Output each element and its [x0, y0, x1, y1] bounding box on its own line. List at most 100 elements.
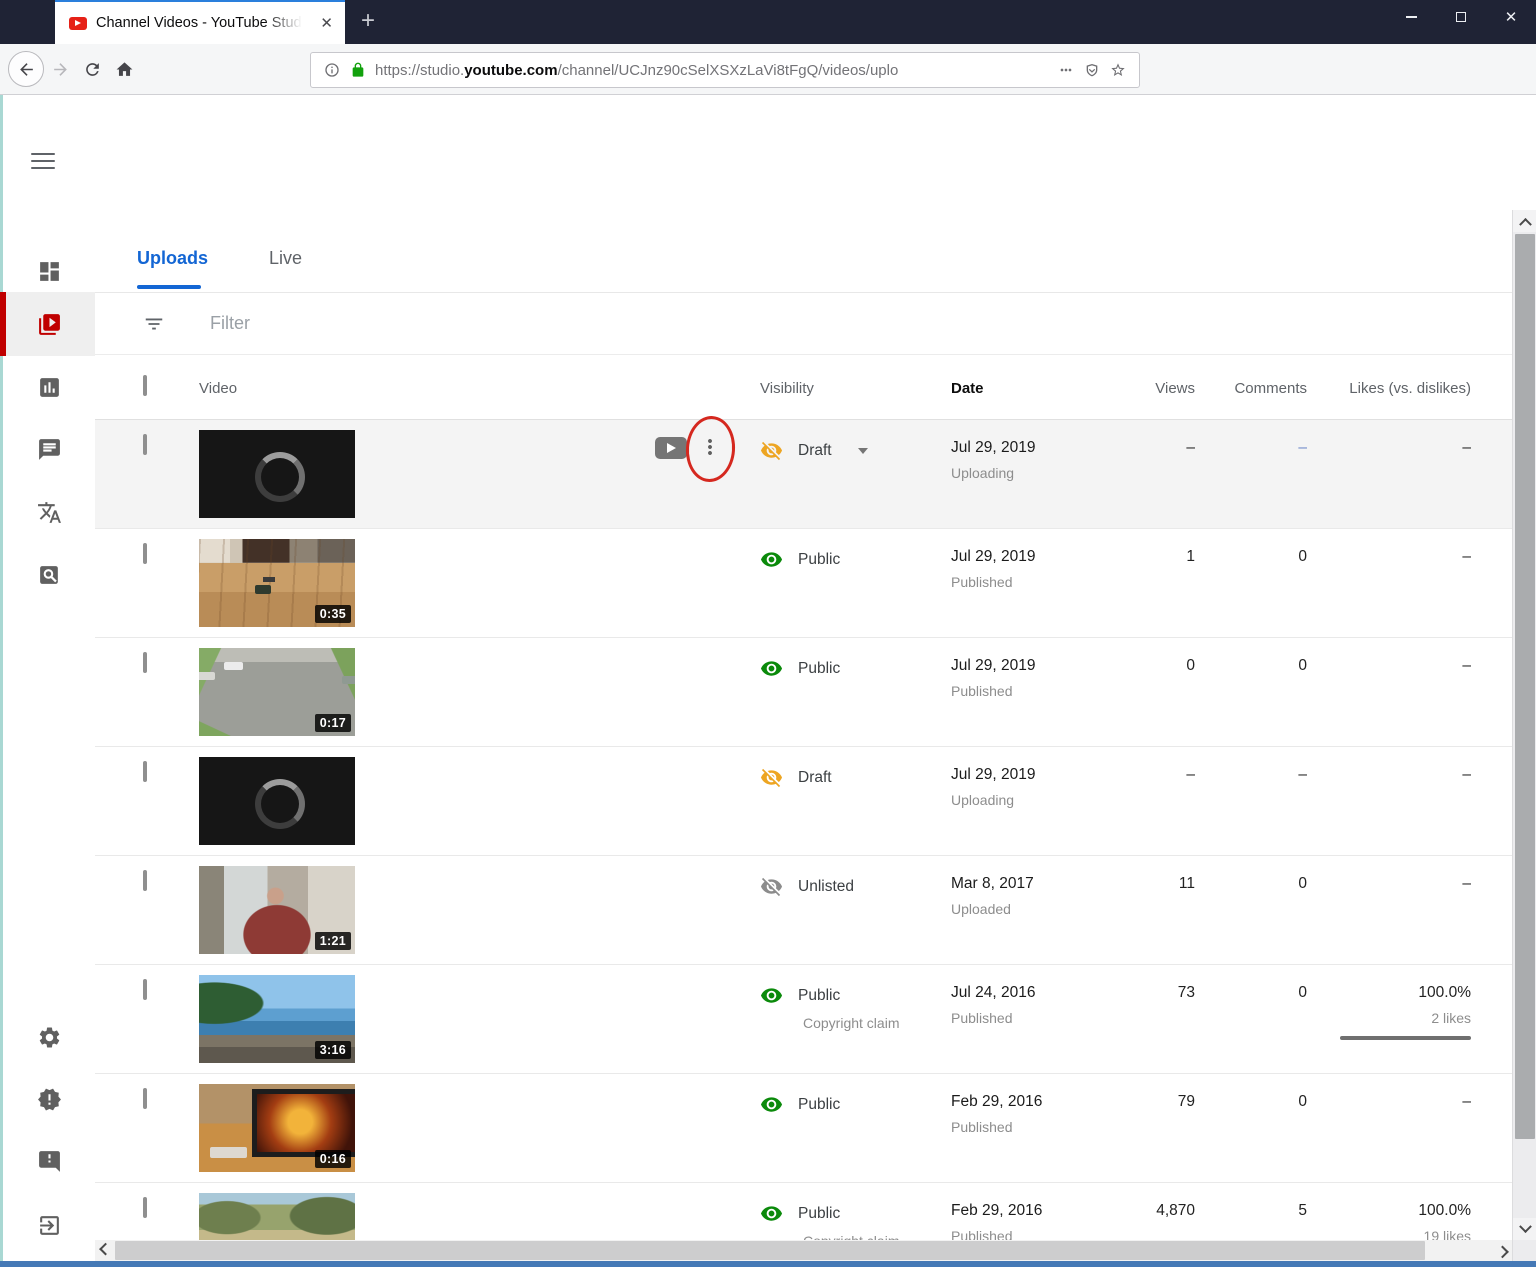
visibility-public-icon — [760, 1097, 783, 1112]
dashboard-icon — [39, 261, 59, 281]
video-thumbnail[interactable] — [199, 1193, 355, 1240]
video-thumbnail[interactable]: 0:35 — [199, 539, 355, 627]
sidebar-item-copyright[interactable] — [3, 543, 95, 607]
video-date: Feb 29, 2016 — [951, 1093, 1043, 1110]
new-tab-button[interactable]: + — [352, 6, 384, 38]
row-checkbox[interactable] — [143, 434, 147, 455]
video-thumbnail[interactable]: 1:21 — [199, 866, 355, 954]
reload-button[interactable] — [76, 53, 108, 85]
filter-input[interactable] — [208, 312, 608, 335]
watch-on-youtube-icon[interactable] — [655, 437, 687, 459]
page-actions-icon[interactable] — [1053, 57, 1079, 83]
scroll-up-arrow[interactable] — [1513, 210, 1536, 232]
sidebar-item-analytics[interactable] — [3, 355, 95, 419]
scroll-right-arrow[interactable] — [1492, 1240, 1512, 1261]
row-checkbox[interactable] — [143, 761, 147, 782]
visibility-cell[interactable]: Unlisted — [755, 856, 945, 964]
filter-icon — [145, 318, 163, 329]
video-row[interactable]: Draft Jul 29, 2019 Uploading – – – — [95, 747, 1512, 856]
likes-percent: 100.0% — [1418, 1202, 1471, 1219]
table-header-row: Video Visibility Date Views Comments Lik… — [95, 355, 1512, 420]
pocket-icon[interactable] — [1079, 57, 1105, 83]
sidebar-item-settings[interactable] — [3, 1005, 95, 1069]
video-date-status: Published — [951, 1119, 1013, 1135]
sidebar-item-exit-studio[interactable] — [3, 1193, 95, 1257]
sidebar-item-translations[interactable] — [3, 480, 95, 544]
header-comments[interactable]: Comments — [1205, 355, 1317, 419]
sidebar-item-send-feedback[interactable] — [3, 1129, 95, 1193]
window-close-button[interactable]: ✕ — [1486, 0, 1536, 34]
video-date-status: Uploading — [951, 465, 1015, 481]
back-button[interactable] — [8, 51, 44, 87]
video-thumbnail[interactable]: 0:16 — [199, 1084, 355, 1172]
scroll-down-arrow[interactable] — [1513, 1218, 1536, 1240]
settings-gear-icon — [39, 1027, 59, 1047]
scroll-left-arrow[interactable] — [95, 1240, 115, 1261]
forward-button[interactable] — [44, 53, 76, 85]
video-row[interactable]: Public Copyright claim Feb 29, 2016 Publ… — [95, 1183, 1512, 1240]
analytics-icon — [39, 377, 59, 397]
header-views[interactable]: Views — [1145, 355, 1205, 419]
tab-live[interactable]: Live — [269, 248, 302, 269]
visibility-label: Public — [798, 1204, 841, 1222]
select-all-checkbox[interactable] — [143, 375, 147, 396]
window-minimize-button[interactable] — [1386, 0, 1436, 34]
sidebar-item-creator-updates[interactable] — [3, 1067, 95, 1131]
https-lock-icon[interactable] — [345, 57, 371, 83]
video-row[interactable]: 1:21 Unlisted Mar 8, 2017 Uploaded 11 0 … — [95, 856, 1512, 965]
sidebar-item-videos[interactable] — [3, 292, 95, 356]
video-thumbnail[interactable] — [199, 757, 355, 845]
views-value: 11 — [1178, 875, 1195, 892]
video-row[interactable]: 0:35 Public Jul 29, 2019 Published 1 0 – — [95, 529, 1512, 638]
video-thumbnail[interactable]: 0:17 — [199, 648, 355, 736]
row-checkbox[interactable] — [143, 652, 147, 673]
visibility-cell[interactable]: Public — [755, 529, 945, 637]
window-maximize-button[interactable] — [1436, 0, 1486, 34]
visibility-cell[interactable]: Public Copyright claim — [755, 1183, 945, 1240]
header-likes[interactable]: Likes (vs. dislikes) — [1317, 355, 1481, 419]
firefox-window: Channel Videos - YouTube Stud ✕ + ✕ http… — [0, 0, 1536, 1267]
row-checkbox[interactable] — [143, 979, 147, 1000]
comments-value: – — [1298, 766, 1307, 783]
tab-uploads[interactable]: Uploads — [137, 248, 208, 269]
row-checkbox[interactable] — [143, 1088, 147, 1109]
video-row[interactable]: Draft Jul 29, 2019 Uploading – – – — [95, 414, 1512, 529]
visibility-cell[interactable]: Draft — [755, 420, 945, 528]
video-date: Jul 29, 2019 — [951, 548, 1036, 565]
duration-badge: 3:16 — [314, 1041, 351, 1059]
videos-page: Uploads Live Video Visibility Date Views… — [95, 210, 1512, 1240]
header-date[interactable]: Date — [945, 355, 1145, 419]
header-video[interactable]: Video — [199, 355, 355, 419]
visibility-public-icon — [760, 1206, 783, 1221]
row-checkbox[interactable] — [143, 870, 147, 891]
row-checkbox[interactable] — [143, 543, 147, 564]
bookmark-star-icon[interactable] — [1105, 57, 1131, 83]
visibility-dropdown-caret[interactable] — [857, 447, 868, 454]
video-row[interactable]: 0:16 Public Feb 29, 2016 Published 79 0 … — [95, 1074, 1512, 1183]
options-menu-icon[interactable] — [698, 435, 722, 463]
comments-value: 5 — [1298, 1202, 1307, 1219]
site-info-icon[interactable] — [319, 57, 345, 83]
video-row[interactable]: 0:17 Public Jul 29, 2019 Published 0 0 – — [95, 638, 1512, 747]
video-row[interactable]: 3:16 Public Copyright claim Jul 24, 2016… — [95, 965, 1512, 1074]
vertical-scrollbar-thumb[interactable] — [1515, 234, 1535, 1139]
horizontal-scrollbar[interactable] — [95, 1240, 1512, 1261]
sidebar-item-comments[interactable] — [3, 417, 95, 481]
visibility-cell[interactable]: Public — [755, 1074, 945, 1182]
row-checkbox[interactable] — [143, 1197, 147, 1218]
visibility-label: Draft — [798, 768, 832, 786]
visibility-cell[interactable]: Public — [755, 638, 945, 746]
browser-tab[interactable]: Channel Videos - YouTube Stud ✕ — [55, 0, 345, 44]
tab-close-icon[interactable]: ✕ — [318, 14, 335, 33]
video-thumbnail[interactable]: 3:16 — [199, 975, 355, 1063]
visibility-cell[interactable]: Draft — [755, 747, 945, 855]
header-visibility[interactable]: Visibility — [755, 355, 945, 419]
horizontal-scrollbar-thumb[interactable] — [115, 1241, 1425, 1260]
url-bar[interactable]: https://studio.youtube.com/channel/UCJnz… — [310, 52, 1140, 88]
vertical-scrollbar[interactable] — [1512, 210, 1536, 1261]
comments-value: 0 — [1298, 875, 1307, 892]
studio-menu-icon[interactable] — [31, 148, 63, 176]
home-button[interactable] — [108, 53, 140, 85]
video-thumbnail[interactable] — [199, 430, 355, 518]
visibility-cell[interactable]: Public Copyright claim — [755, 965, 945, 1073]
